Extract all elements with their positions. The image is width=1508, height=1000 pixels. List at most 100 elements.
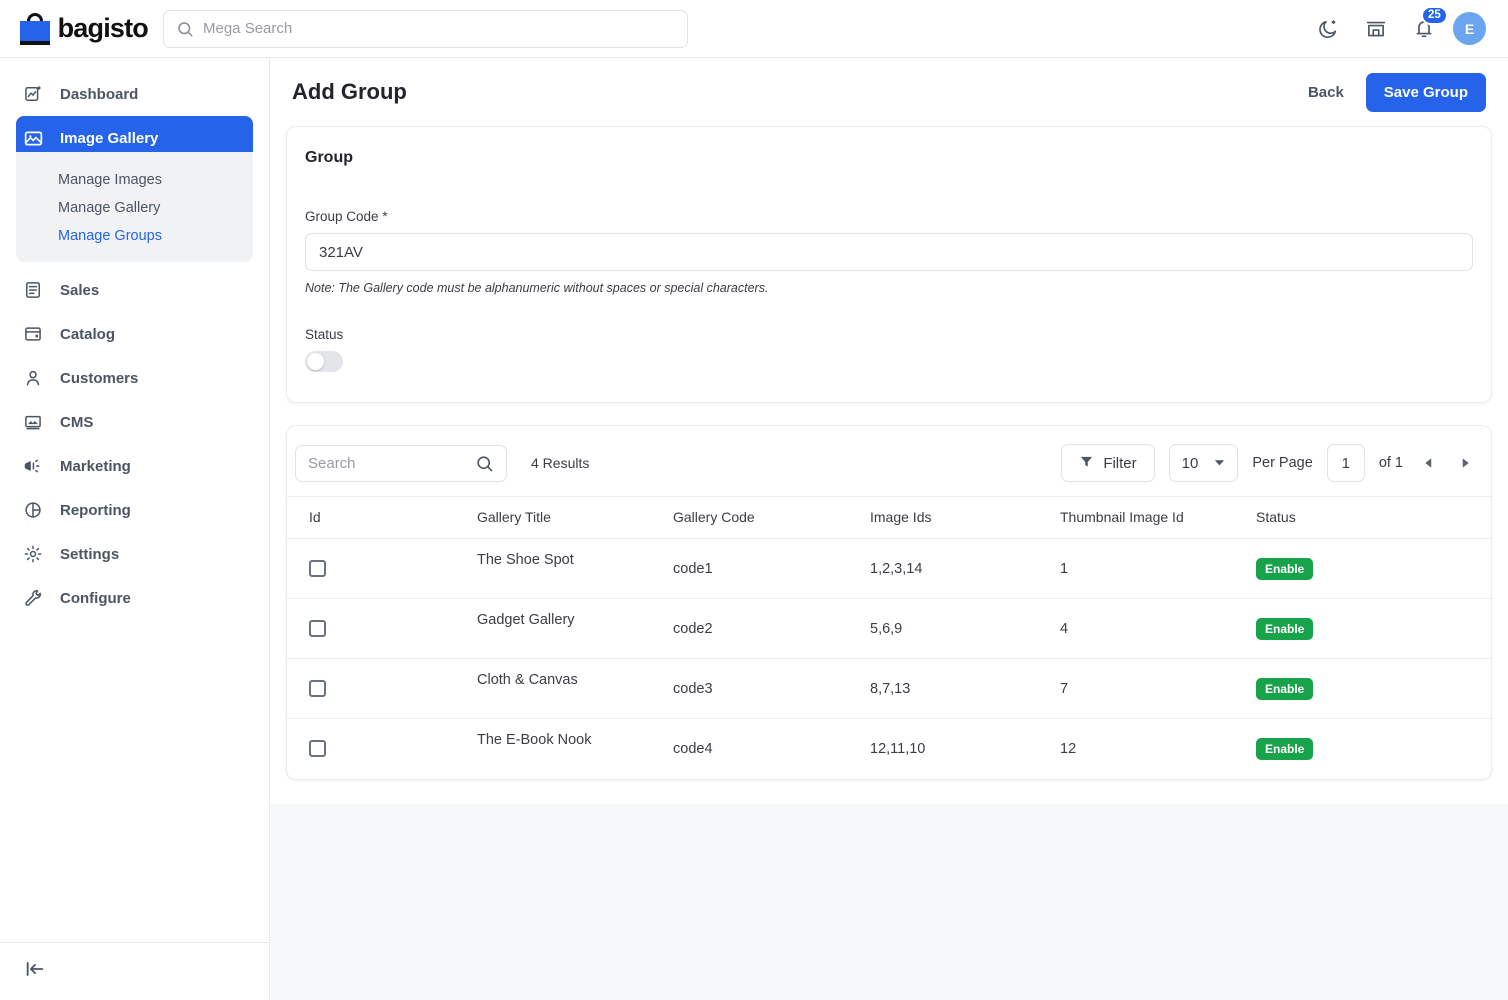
cell-thumbnail-id: 4 [1060,598,1256,659]
cell-image-ids: 1,2,3,14 [870,538,1060,599]
page-header: Add Group Back Save Group [286,58,1492,126]
page-number-input[interactable]: 1 [1326,444,1365,482]
sidebar-item-cms[interactable]: CMS [16,400,253,444]
customers-icon [22,368,44,388]
moon-icon[interactable] [1317,18,1339,40]
per-page-label: Per Page [1252,455,1313,471]
sidebar-item-label: Marketing [60,457,131,475]
sidebar-item-catalog[interactable]: Catalog [16,312,253,356]
status-label: Status [305,327,344,342]
column-header-image-ids[interactable]: Image Ids [870,496,1060,539]
column-header-gallery-code[interactable]: Gallery Code [673,496,870,539]
filter-button[interactable]: Filter [1061,444,1155,482]
avatar[interactable]: E [1453,12,1486,45]
column-header-status[interactable]: Status [1256,496,1491,539]
notification-badge: 25 [1421,5,1448,25]
sidebar-subitem-manage-gallery[interactable]: Manage Gallery [16,194,253,222]
cell-status: Enable [1256,598,1491,659]
sidebar-subitem-manage-groups[interactable]: Manage Groups [16,222,253,250]
table-row[interactable]: The E-Book Nook code4 12,11,10 12 Enable [287,719,1491,779]
gallery-grid-card: 4 Results Filter 10 [286,425,1492,780]
table-row[interactable]: Gadget Gallery code2 5,6,9 4 Enable [287,598,1491,659]
cms-icon [22,412,44,432]
storefront-icon[interactable] [1365,18,1387,40]
sidebar-item-label: Dashboard [60,85,139,103]
sidebar-item-customers[interactable]: Customers [16,356,253,400]
cell-thumbnail-id: 7 [1060,658,1256,719]
sidebar-item-reporting[interactable]: Reporting [16,488,253,532]
page-header-actions: Back Save Group [1308,72,1486,112]
column-header-gallery-title[interactable]: Gallery Title [477,496,673,539]
sidebar-item-label: Catalog [60,325,116,343]
sales-icon [22,280,44,300]
reporting-icon [22,500,44,520]
configure-wrench-icon [22,588,44,608]
mega-search-input[interactable] [203,20,643,37]
column-header-thumbnail-image-id[interactable]: Thumbnail Image Id [1060,496,1256,539]
brand-logo-block[interactable]: bagisto [0,12,149,45]
main-content: Add Group Back Save Group Group Group Co… [270,58,1508,1000]
status-badge: Enable [1256,557,1314,580]
cell-gallery-code: code1 [673,538,870,599]
bell-icon[interactable]: 25 [1413,5,1448,40]
table-row[interactable]: The Shoe Spot code1 1,2,3,14 1 Enable [287,538,1491,599]
main-white-area: Add Group Back Save Group Group Group Co… [270,58,1508,804]
group-card: Group Group Code * Note: The Gallery cod… [286,126,1492,403]
row-checkbox[interactable] [309,680,326,697]
row-checkbox[interactable] [309,740,326,758]
save-group-button[interactable]: Save Group [1365,72,1486,112]
status-toggle-knob [307,353,324,370]
row-checkbox[interactable] [309,560,326,577]
back-button[interactable]: Back [1308,84,1344,101]
collapse-sidebar-button[interactable] [0,942,270,1000]
grid-search-input[interactable] [308,454,458,472]
sidebar-item-label: Settings [60,545,120,563]
cell-image-ids: 12,11,10 [870,740,926,757]
sidebar-item-settings[interactable]: Settings [16,532,253,576]
per-page-select[interactable]: 10 [1168,444,1239,482]
sidebar-item-configure[interactable]: Configure [16,576,253,620]
catalog-icon [22,324,44,344]
sidebar-item-label: Reporting [60,501,131,519]
search-icon[interactable] [475,454,494,473]
top-bar: bagisto 25 E [0,0,1508,58]
page-title: Add Group [292,79,407,104]
chevron-left-icon[interactable] [1417,453,1440,473]
row-checkbox-cell [287,719,477,779]
filter-label: Filter [1103,454,1137,472]
cell-gallery-code: code4 [673,740,713,757]
chevron-right-icon[interactable] [1454,453,1477,473]
sidebar-item-label: CMS [60,413,94,431]
status-toggle[interactable] [305,351,343,372]
chevron-down-icon [1214,455,1225,472]
dashboard-icon [22,84,44,104]
sidebar-item-label: Image Gallery [60,129,159,147]
cell-status: Enable [1256,719,1491,779]
status-badge: Enable [1256,737,1314,760]
grid-toolbar: 4 Results Filter 10 [287,426,1491,496]
row-checkbox-cell [287,658,477,719]
sidebar-item-dashboard[interactable]: Dashboard [16,72,253,116]
cell-gallery-code: code3 [673,658,870,719]
filter-funnel-icon [1079,454,1094,473]
sidebar-item-sales[interactable]: Sales [16,268,253,312]
mega-search-box[interactable] [163,9,688,48]
sidebar-item-label: Customers [60,369,139,387]
column-header-id[interactable]: Id [287,496,477,539]
cell-image-ids: 5,6,9 [870,598,1060,659]
marketing-icon [22,456,44,476]
grid-toolbar-right: Filter 10 Per Page 1 of 1 [1061,444,1477,482]
sidebar-item-marketing[interactable]: Marketing [16,444,253,488]
table-row[interactable]: Cloth & Canvas code3 8,7,13 7 Enable [287,658,1491,719]
cell-gallery-title: Gadget Gallery [477,598,673,659]
results-count: 4 Results [531,455,590,471]
per-page-value: 10 [1181,454,1199,472]
search-icon [176,20,194,38]
group-code-input[interactable] [305,233,1473,271]
row-checkbox[interactable] [309,620,326,637]
cell-gallery-title: The Shoe Spot [477,538,673,599]
row-checkbox-cell [287,538,477,599]
sidebar-subitem-manage-images[interactable]: Manage Images [16,166,253,194]
grid-search-box[interactable] [295,444,507,482]
table-header-row: Id Gallery Title Gallery Code Image Ids … [287,496,1491,539]
